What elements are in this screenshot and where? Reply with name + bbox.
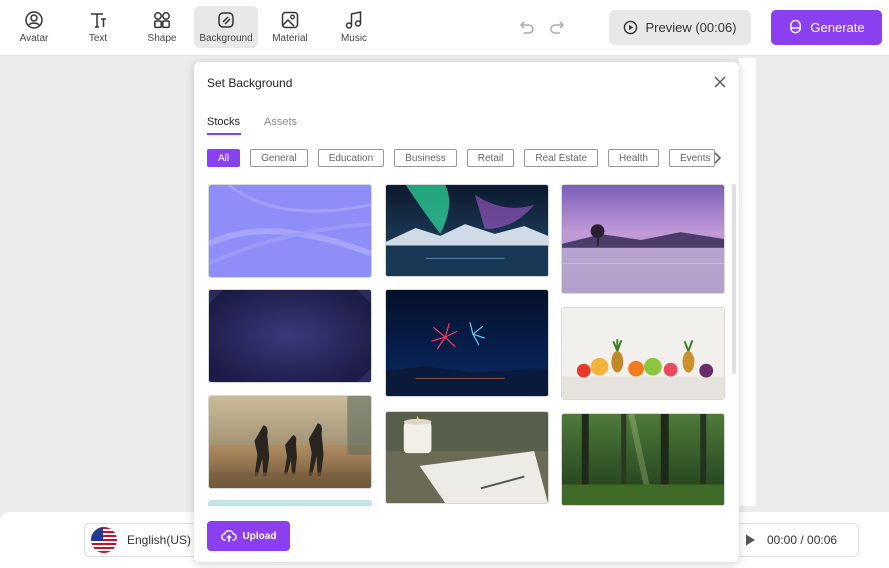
- material-icon: [281, 11, 299, 29]
- tool-text-label: Text: [88, 33, 108, 44]
- us-flag-icon: [91, 527, 117, 553]
- cloud-upload-icon: [220, 530, 237, 542]
- thumb-northern-lights[interactable]: [385, 184, 549, 277]
- generate-label: Generate: [810, 20, 865, 35]
- tool-shape-label: Shape: [147, 33, 177, 44]
- category-chips: All General Education Business Retail Re…: [207, 149, 715, 167]
- undo-icon[interactable]: [516, 18, 536, 38]
- tool-shape[interactable]: Shape: [130, 6, 194, 48]
- tool-music[interactable]: Music: [322, 6, 386, 48]
- preview-label: Preview (00:06): [645, 20, 737, 35]
- chip-real-estate[interactable]: Real Estate: [524, 149, 599, 167]
- music-icon: [345, 11, 362, 29]
- play-icon[interactable]: [743, 533, 757, 547]
- play-circle-icon: [624, 20, 638, 35]
- chip-education[interactable]: Education: [317, 149, 385, 167]
- thumb-green-forest[interactable]: [561, 413, 725, 506]
- tab-assets[interactable]: Assets: [264, 116, 297, 128]
- thumb-purple-gradient[interactable]: [208, 184, 372, 278]
- time-display: 00:00 / 00:06: [767, 533, 838, 547]
- shape-icon: [154, 12, 170, 29]
- audio-player[interactable]: 00:00 / 00:06: [730, 523, 859, 557]
- grid-scrollbar[interactable]: [732, 184, 736, 374]
- canvas-area: [739, 58, 756, 506]
- tool-music-label: Music: [340, 33, 368, 44]
- thumb-purple-lake-tree[interactable]: [561, 184, 725, 294]
- tab-stocks[interactable]: Stocks: [207, 116, 240, 128]
- tool-avatar-label: Avatar: [19, 33, 49, 44]
- chevron-right-icon[interactable]: [710, 151, 724, 165]
- generate-icon: [790, 20, 802, 34]
- tool-text[interactable]: Text: [66, 6, 130, 48]
- close-icon[interactable]: [712, 74, 728, 90]
- language-select[interactable]: English(US) -: [84, 523, 204, 557]
- upload-button[interactable]: Upload: [207, 521, 290, 551]
- active-tab-indicator: [207, 133, 241, 135]
- tool-material[interactable]: Material: [258, 6, 322, 48]
- thumb-fireworks-night[interactable]: [385, 289, 549, 397]
- chip-health[interactable]: Health: [608, 149, 659, 167]
- background-grid: [208, 184, 726, 506]
- tool-background[interactable]: Background: [194, 6, 258, 48]
- chip-business[interactable]: Business: [394, 149, 457, 167]
- background-icon: [218, 12, 234, 28]
- thumb-dark-blue-vignette[interactable]: [208, 289, 372, 383]
- chip-general[interactable]: General: [250, 149, 308, 167]
- text-icon: [91, 13, 106, 28]
- chip-events[interactable]: Events: [668, 149, 715, 167]
- avatar-icon: [25, 11, 43, 29]
- dialog-title: Set Background: [207, 76, 293, 90]
- chip-retail[interactable]: Retail: [466, 149, 515, 167]
- tool-material-label: Material: [272, 33, 308, 44]
- upload-label: Upload: [242, 530, 277, 542]
- set-background-dialog: Set Background Stocks Assets All General…: [194, 62, 739, 562]
- thumb-fruits-arrangement[interactable]: [561, 307, 725, 400]
- language-label: English(US) -: [127, 533, 199, 547]
- preview-button[interactable]: Preview (00:06): [609, 10, 751, 45]
- thumb-candle-notebook[interactable]: [385, 411, 549, 504]
- thumb-partial[interactable]: [208, 500, 372, 506]
- chip-all[interactable]: All: [207, 149, 241, 167]
- top-toolbar: Avatar Text Shape Background Material Mu…: [0, 0, 889, 56]
- tool-avatar[interactable]: Avatar: [2, 6, 66, 48]
- redo-icon[interactable]: [548, 18, 568, 38]
- thumb-basketball-players[interactable]: [208, 395, 372, 489]
- generate-button[interactable]: Generate: [771, 10, 882, 45]
- tool-background-label: Background: [199, 33, 253, 44]
